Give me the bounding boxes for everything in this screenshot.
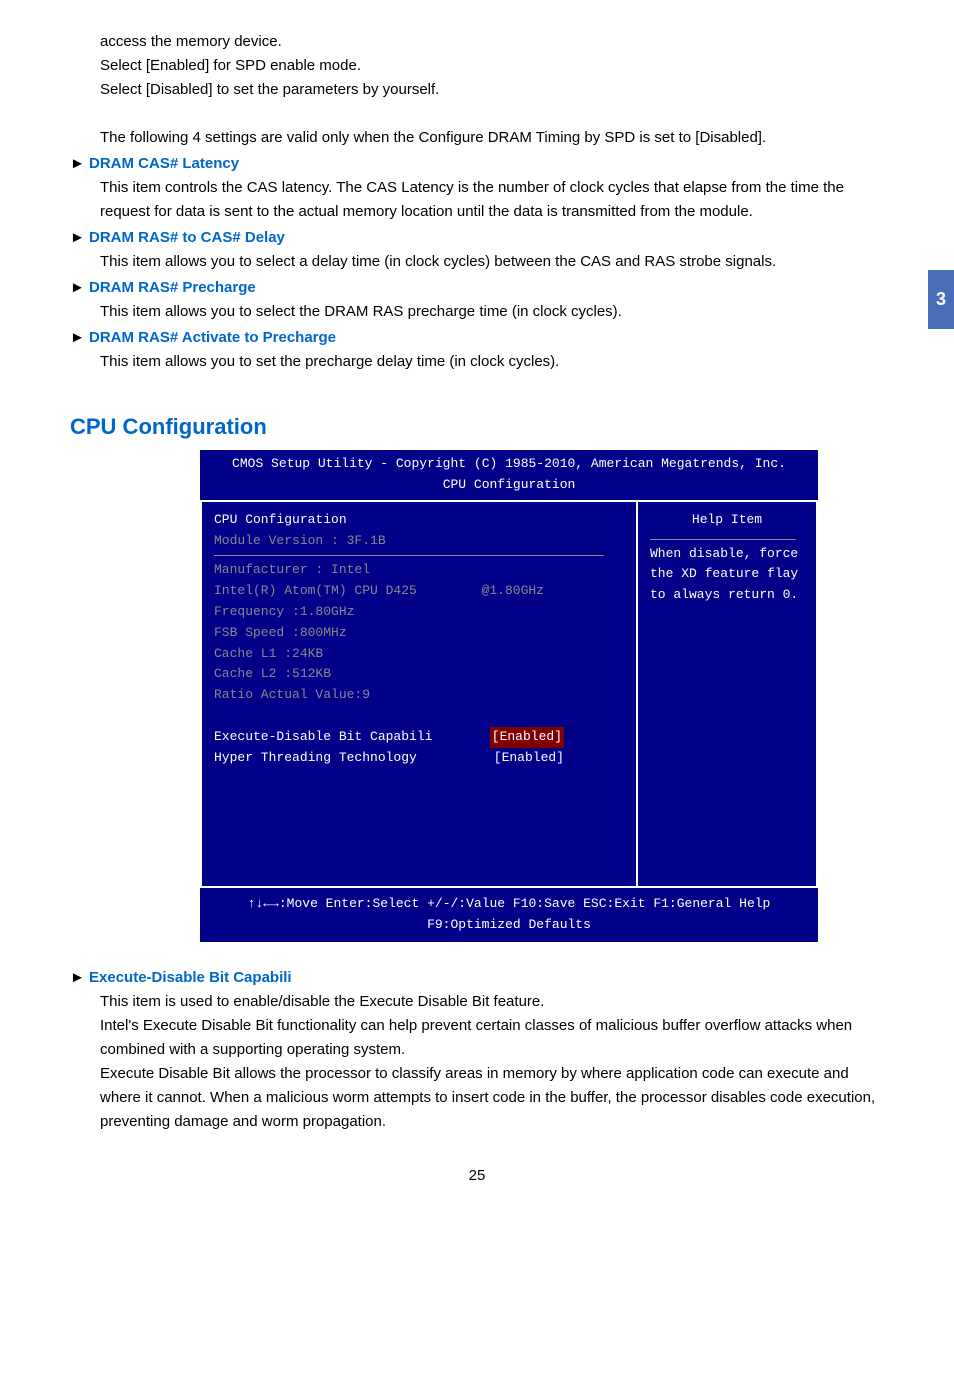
arrow-icon: ► [70, 229, 89, 246]
ras-to-cas-body: This item allows you to select a delay t… [100, 250, 884, 274]
ratio: Ratio Actual Value:9 [214, 685, 624, 706]
ras-activate-body: This item allows you to set the precharg… [100, 350, 884, 374]
cpu-config-heading: CPU Configuration [70, 409, 884, 444]
intro-line4: The following 4 settings are valid only … [100, 126, 884, 150]
bios-screen: CMOS Setup Utility - Copyright (C) 1985-… [200, 449, 818, 942]
bios-right-panel: Help Item When disable, force the XD fea… [638, 500, 818, 889]
arrow-icon: ► [70, 969, 89, 986]
ras-to-cas-heading: DRAM RAS# to CAS# Delay [89, 229, 285, 246]
exec-disable-label[interactable]: Execute-Disable Bit Capabili [214, 727, 432, 748]
footer-line2: F9:Optimized Defaults [212, 915, 806, 936]
arrow-icon: ► [70, 329, 89, 346]
arrow-icon: ► [70, 155, 89, 172]
manufacturer: Manufacturer : Intel [214, 560, 624, 581]
divider [650, 539, 796, 540]
cas-latency-body: This item controls the CAS latency. The … [100, 176, 884, 224]
bios-footer: ↑↓←→:Move Enter:Select +/-/:Value F10:Sa… [200, 888, 818, 942]
frequency: Frequency :1.80GHz [214, 602, 624, 623]
intro-paragraph: access the memory device. Select [Enable… [100, 30, 884, 150]
cas-latency-heading: DRAM CAS# Latency [89, 155, 239, 172]
cpu-speed: @1.80GHz [482, 581, 544, 602]
help-item-label: Help Item [650, 510, 804, 531]
intro-line2: Select [Enabled] for SPD enable mode. [100, 54, 884, 78]
exec-bit-body3: Execute Disable Bit allows the processor… [100, 1062, 884, 1134]
module-version: Module Version : 3F.1B [214, 531, 624, 552]
exec-disable-value[interactable]: [Enabled] [490, 727, 564, 748]
bios-title: CMOS Setup Utility - Copyright (C) 1985-… [200, 450, 818, 500]
hyper-threading-value[interactable]: [Enabled] [494, 748, 564, 769]
bios-left-panel: CPU Configuration Module Version : 3F.1B… [200, 500, 638, 889]
cpu-model: Intel(R) Atom(TM) CPU D425 [214, 581, 417, 602]
cache-l1: Cache L1 :24KB [214, 644, 624, 665]
exec-bit-heading: Execute-Disable Bit Capabili [89, 969, 292, 986]
help-text: When disable, force the XD feature flay … [650, 544, 804, 606]
exec-bit-body1: This item is used to enable/disable the … [100, 990, 884, 1014]
hyper-threading-label[interactable]: Hyper Threading Technology [214, 748, 417, 769]
divider [214, 555, 604, 556]
fsb-speed: FSB Speed :800MHz [214, 623, 624, 644]
ras-precharge-body: This item allows you to select the DRAM … [100, 300, 884, 324]
bios-title-line2: CPU Configuration [204, 475, 814, 496]
cpu-config-label: CPU Configuration [214, 510, 624, 531]
bios-title-line1: CMOS Setup Utility - Copyright (C) 1985-… [204, 454, 814, 475]
page-number: 25 [70, 1164, 884, 1188]
arrow-icon: ► [70, 279, 89, 296]
ras-activate-heading: DRAM RAS# Activate to Precharge [89, 329, 336, 346]
side-page-badge: 3 [928, 270, 954, 329]
cache-l2: Cache L2 :512KB [214, 664, 624, 685]
footer-line1: ↑↓←→:Move Enter:Select +/-/:Value F10:Sa… [212, 894, 806, 915]
ras-precharge-heading: DRAM RAS# Precharge [89, 279, 256, 296]
exec-bit-body2: Intel's Execute Disable Bit functionalit… [100, 1014, 884, 1062]
intro-line1: access the memory device. [100, 30, 884, 54]
intro-line3: Select [Disabled] to set the parameters … [100, 78, 884, 102]
